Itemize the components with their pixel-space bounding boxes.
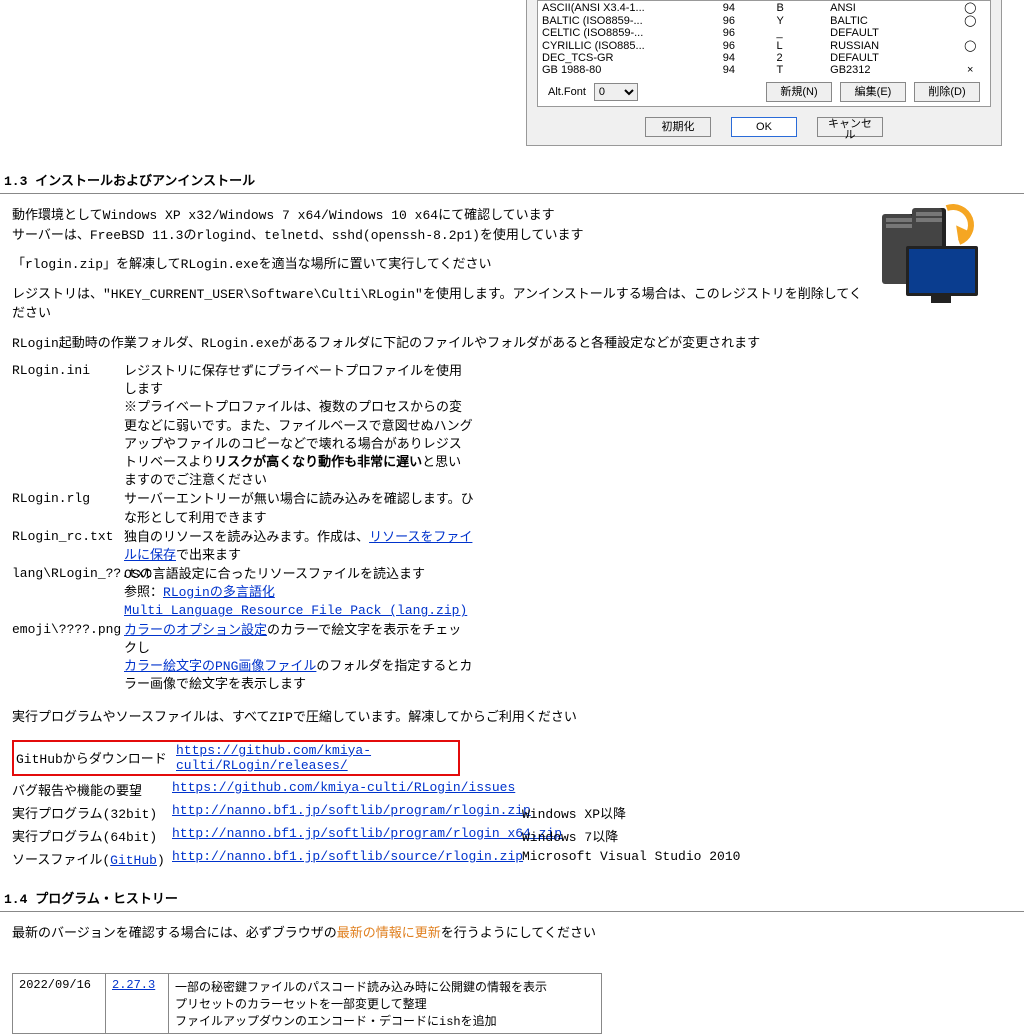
font-dialog: ASCII(ANSI X3.4-1...94BANSI◯BALTIC (ISO8… (526, 0, 1002, 146)
history-table: 2022/09/16 2.27.3 一部の秘密鍵ファイルのパスコード読み込み時に公開… (12, 973, 602, 1034)
download-row: バグ報告や機能の要望 https://github.com/kmiya-culti… (12, 778, 1012, 801)
encoding-row[interactable]: CELTIC (ISO8859-...96_DEFAULT (538, 27, 990, 39)
download-link[interactable]: http://nanno.bf1.jp/softlib/source/rlogi… (172, 849, 523, 864)
file-row: RLogin.iniレジストリに保存せずにプライベートプロファイルを使用します※… (12, 363, 1012, 490)
download-label: GitHubからダウンロード (16, 752, 167, 767)
file-label: emoji\????.png (12, 622, 124, 695)
edit-button[interactable]: 編集(E) (840, 82, 906, 102)
download-label: 実行プログラム(32bit) (12, 807, 157, 822)
history-note: 最新のバージョンを確認する場合には、必ずブラウザの最新の情報に更新を行うようにし… (12, 924, 1012, 944)
file-label: RLogin.rlg (12, 491, 124, 527)
download-note: Microsoft Visual Studio 2010 (522, 849, 1012, 864)
zip-note: 実行プログラムやソースファイルは、すべてZIPで圧縮しています。解凍してからご利… (12, 708, 1012, 728)
altfont-label: Alt.Font (548, 86, 586, 98)
encoding-row[interactable]: CYRILLIC (ISO885...96LRUSSIAN◯ (538, 39, 990, 52)
download-label: 実行プログラム(64bit) (12, 830, 157, 845)
new-button[interactable]: 新規(N) (766, 82, 832, 102)
file-link[interactable]: カラーのオプション設定 (124, 623, 267, 638)
refresh-emphasis: 最新の情報に更新 (337, 926, 441, 941)
init-button[interactable]: 初期化 (645, 117, 711, 137)
download-row: 実行プログラム(64bit) http://nanno.bf1.jp/softli… (12, 824, 1012, 847)
file-desc: 独自のリソースを読み込みます。作成は、リソースをファイルに保存で出来ます (124, 529, 474, 565)
encoding-row[interactable]: DEC_TCS-GR942DEFAULT (538, 52, 990, 64)
delete-button[interactable]: 削除(D) (914, 82, 980, 102)
file-label: RLogin_rc.txt (12, 529, 124, 565)
file-row: lang\RLogin_??.txtOSの言語設定に合ったリソースファイルを読込… (12, 566, 1012, 621)
install-paragraph: 「rlogin.zip」を解凍してRLogin.exeを適当な場所に置いて実行し… (12, 255, 1012, 275)
encoding-row[interactable]: GB 1988-8094TGB2312× (538, 64, 990, 76)
download-link[interactable]: http://nanno.bf1.jp/softlib/program/rlog… (172, 826, 562, 841)
file-row: emoji\????.pngカラーのオプション設定のカラーで絵文字を表示をチェッ… (12, 622, 1012, 695)
registry-paragraph: レジストリは、"HKEY_CURRENT_USER\Software\Culti… (12, 285, 1012, 324)
file-link[interactable]: RLoginの多言語化 (163, 585, 275, 600)
history-desc: 一部の秘密鍵ファイルのパスコード読み込み時に公開鍵の情報を表示プリセットのカラー… (169, 974, 602, 1034)
env-paragraph: 動作環境としてWindows XP x32/Windows 7 x64/Wind… (12, 206, 1012, 245)
download-note: Windows 7以降 (522, 826, 1012, 845)
server-illustration (882, 208, 982, 308)
file-label: RLogin.ini (12, 363, 124, 490)
startup-files-list: RLogin.iniレジストリに保存せずにプライベートプロファイルを使用します※… (12, 363, 1012, 694)
file-desc: レジストリに保存せずにプライベートプロファイルを使用します※プライベートプロファ… (124, 363, 474, 490)
file-label: lang\RLogin_??.txt (12, 566, 124, 621)
downloads-table: GitHubからダウンロード https://github.com/kmiya-c… (12, 738, 1012, 870)
download-row: ソースファイル(GitHub) http://nanno.bf1.jp/softl… (12, 847, 1012, 870)
dialog-screenshot-region: ASCII(ANSI X3.4-1...94BANSI◯BALTIC (ISO8… (0, 0, 1024, 146)
download-label: ソースファイル(GitHub) (12, 853, 165, 868)
history-date: 2022/09/16 (13, 974, 106, 1034)
file-row: RLogin_rc.txt独自のリソースを読み込みます。作成は、リソースをファイ… (12, 529, 1012, 565)
encoding-row[interactable]: BALTIC (ISO8859-...96YBALTIC◯ (538, 14, 990, 27)
file-desc: OSの言語設定に合ったリソースファイルを読込ます参照：RLoginの多言語化Mu… (124, 566, 474, 621)
cancel-button[interactable]: キャンセル (817, 117, 883, 137)
download-link[interactable]: https://github.com/kmiya-culti/RLogin/is… (172, 780, 515, 795)
github-link[interactable]: GitHub (110, 853, 157, 868)
file-desc: カラーのオプション設定のカラーで絵文字を表示をチェックしカラー絵文字のPNG画像… (124, 622, 474, 695)
file-desc: サーバーエントリーが無い場合に読み込みを確認します。ひな形として利用できます (124, 491, 474, 527)
download-note: Windows XP以降 (522, 803, 1012, 822)
encoding-table: ASCII(ANSI X3.4-1...94BANSI◯BALTIC (ISO8… (538, 1, 990, 76)
section-1-3-title: 1.3 インストールおよびアンインストール (0, 166, 1024, 194)
download-label: バグ報告や機能の要望 (12, 784, 142, 799)
altfont-select[interactable]: 0 (594, 83, 638, 101)
file-link[interactable]: Multi Language Resource File Pack (lang.… (124, 603, 467, 618)
encoding-row[interactable]: ASCII(ANSI X3.4-1...94BANSI◯ (538, 1, 990, 14)
file-link[interactable]: リソースをファイルに保存 (124, 530, 472, 563)
download-row: 実行プログラム(32bit) http://nanno.bf1.jp/softli… (12, 801, 1012, 824)
download-link[interactable]: https://github.com/kmiya-culti/RLogin/re… (176, 743, 371, 773)
startup-paragraph: RLogin起動時の作業フォルダ、RLogin.exeがあるフォルダに下記のファ… (12, 334, 1012, 354)
download-link[interactable]: http://nanno.bf1.jp/softlib/program/rlog… (172, 803, 531, 818)
history-row: 2022/09/16 2.27.3 一部の秘密鍵ファイルのパスコード読み込み時に公開… (13, 974, 602, 1034)
download-row: GitHubからダウンロード https://github.com/kmiya-c… (12, 738, 1012, 778)
section-1-4-title: 1.4 プログラム・ヒストリー (0, 884, 1024, 912)
history-version-link[interactable]: 2.27.3 (112, 978, 155, 992)
ok-button[interactable]: OK (731, 117, 797, 137)
file-link[interactable]: カラー絵文字のPNG画像ファイル (124, 659, 316, 674)
file-row: RLogin.rlgサーバーエントリーが無い場合に読み込みを確認します。ひな形と… (12, 491, 1012, 527)
